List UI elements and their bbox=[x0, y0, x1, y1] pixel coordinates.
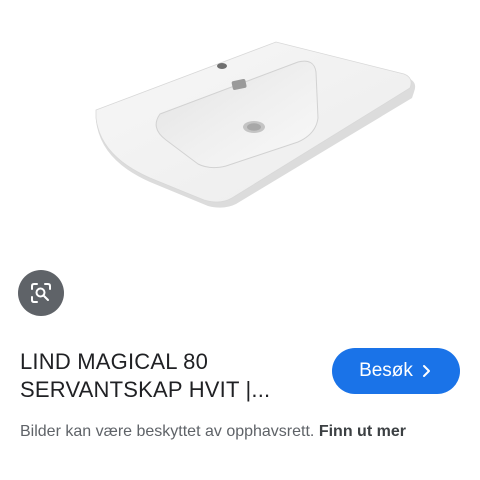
visit-button-label: Besøk bbox=[359, 360, 413, 381]
result-title-line1: LIND MAGICAL 80 bbox=[20, 349, 209, 374]
result-title-line2: SERVANTSKAP HVIT |... bbox=[20, 377, 271, 402]
result-title[interactable]: LIND MAGICAL 80 SERVANTSKAP HVIT |... bbox=[20, 348, 320, 404]
learn-more-link[interactable]: Finn ut mer bbox=[319, 423, 406, 440]
copyright-disclaimer: Bilder kan være beskyttet av opphavsrett… bbox=[20, 420, 460, 444]
chevron-right-icon bbox=[422, 365, 430, 377]
disclaimer-text: Bilder kan være beskyttet av opphavsrett… bbox=[20, 423, 315, 440]
product-image[interactable] bbox=[0, 0, 480, 250]
lens-search-button[interactable] bbox=[18, 270, 64, 316]
lens-search-icon bbox=[31, 283, 51, 303]
visit-button[interactable]: Besøk bbox=[332, 348, 460, 394]
